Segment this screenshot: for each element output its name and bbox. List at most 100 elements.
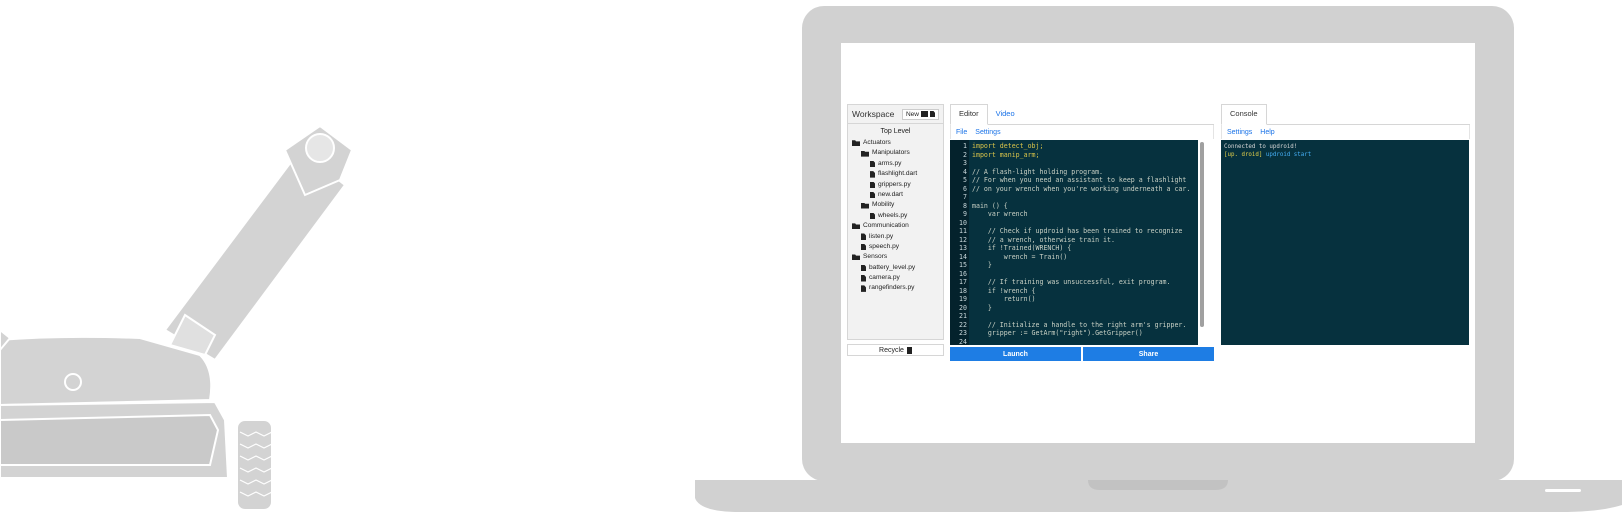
- launch-button[interactable]: Launch: [950, 347, 1081, 361]
- code-line: 22 // Initialize a handle to the right a…: [950, 321, 1206, 330]
- tree-folder[interactable]: Communication: [848, 221, 943, 231]
- code-line: 24: [950, 338, 1206, 346]
- tree-item-label: rangefinders.py: [869, 284, 915, 292]
- code-text: if !wrench {: [972, 286, 1036, 295]
- editor-panel: Editor Video File Settings 1 import detec…: [950, 104, 1214, 364]
- workspace-panel: Workspace New Top Level Actuators Manipul…: [847, 104, 944, 340]
- code-line: 17 // If training was unsuccessful, exit…: [950, 278, 1206, 287]
- code-lines: 1 import detect_obj; 2 import manip_arm; 3 4 /…: [950, 140, 1206, 345]
- code-text: }: [972, 261, 992, 269]
- share-button[interactable]: Share: [1083, 347, 1214, 361]
- file-icon: [930, 111, 935, 117]
- console-command: updroid start: [1265, 152, 1312, 158]
- tree-item-label: arms.py: [878, 159, 902, 167]
- line-number: 3: [963, 159, 967, 167]
- code-editor[interactable]: 1 import detect_obj; 2 import manip_arm; 3 4 /…: [950, 140, 1206, 345]
- console-prompt: [up. droid]: [1224, 152, 1263, 158]
- tree-folder[interactable]: Manipulators: [848, 148, 943, 158]
- line-number: 16: [959, 269, 967, 278]
- file-icon: [870, 171, 875, 178]
- code-text: }: [972, 303, 992, 312]
- line-number: 13: [959, 244, 967, 252]
- tree-item-label: new.dart: [878, 190, 903, 198]
- code-line: 18 if !wrench {: [950, 287, 1206, 296]
- line-number: 12: [959, 235, 967, 244]
- recycle-label: Recycle: [879, 346, 904, 354]
- code-line: 4 // A flash-light holding program.: [950, 168, 1206, 177]
- console-tabs: Console: [1221, 104, 1470, 125]
- tree-file[interactable]: camera.py: [848, 273, 943, 283]
- code-text: // Initialize a handle to the right arm'…: [972, 320, 1187, 329]
- tree-file[interactable]: new.dart: [848, 190, 943, 200]
- editor-tabs: Editor Video: [950, 104, 1214, 125]
- tree-file[interactable]: wheels.py: [848, 211, 943, 221]
- code-text: // Check if updroid has been trained to …: [972, 227, 1183, 235]
- tree-file[interactable]: flashlight.dart: [848, 169, 943, 179]
- tree-file[interactable]: listen.py: [848, 232, 943, 242]
- tree-file[interactable]: rangefinders.py: [848, 283, 943, 293]
- line-number: 15: [959, 261, 967, 269]
- line-number: 17: [959, 278, 967, 286]
- folder-icon: [921, 111, 928, 117]
- code-line: 10: [950, 219, 1206, 228]
- code-line: 2 import manip_arm;: [950, 151, 1206, 160]
- code-line: 1 import detect_obj;: [950, 142, 1206, 151]
- tree-file[interactable]: speech.py: [848, 242, 943, 252]
- folder-icon: [861, 202, 869, 209]
- tree-item-label: wheels.py: [878, 211, 908, 219]
- code-line: 9 var wrench: [950, 210, 1206, 219]
- code-line: 15 }: [950, 261, 1206, 270]
- folder-icon: [861, 150, 869, 157]
- tree-folder[interactable]: Mobility: [848, 200, 943, 210]
- tree-item-label: listen.py: [869, 232, 894, 240]
- tree-file[interactable]: battery_level.py: [848, 263, 943, 273]
- line-number: 23: [959, 329, 967, 337]
- updroid-app: Workspace New Top Level Actuators Manipul…: [847, 104, 1470, 364]
- file-icon: [861, 264, 866, 272]
- tree-item-label: flashlight.dart: [878, 170, 918, 178]
- tree-folder[interactable]: Actuators: [848, 138, 943, 148]
- recycle-button[interactable]: Recycle: [847, 344, 944, 356]
- line-number: 6: [963, 184, 967, 193]
- console-menu-settings[interactable]: Settings: [1227, 129, 1252, 136]
- code-line: 3: [950, 159, 1206, 168]
- file-icon: [870, 191, 875, 199]
- tab-editor[interactable]: Editor: [950, 104, 988, 125]
- file-tree: Actuators Manipulators arms.py flashlight.d…: [848, 138, 943, 294]
- tree-item-label: battery_level.py: [869, 263, 916, 271]
- code-line: 12 // a wrench, otherwise train it.: [950, 236, 1206, 245]
- line-number: 4: [963, 167, 967, 176]
- tree-folder[interactable]: Sensors: [848, 252, 943, 262]
- menu-file[interactable]: File: [956, 129, 967, 136]
- code-text: import manip_arm;: [972, 150, 1040, 159]
- line-number: 18: [959, 286, 967, 295]
- file-icon: [861, 285, 866, 292]
- console-line: Connected to updroid!: [1224, 144, 1298, 150]
- new-button-label: New: [905, 110, 919, 118]
- code-text: import detect_obj;: [972, 142, 1044, 150]
- tab-console[interactable]: Console: [1221, 104, 1267, 125]
- file-icon: [861, 243, 866, 251]
- menu-settings[interactable]: Settings: [975, 129, 1000, 136]
- new-button[interactable]: New: [901, 108, 939, 120]
- console-output[interactable]: Connected to updroid! [up. droid] updroi…: [1221, 140, 1469, 345]
- line-number: 8: [963, 201, 967, 210]
- line-number: 10: [959, 218, 967, 227]
- tree-file[interactable]: arms.py: [848, 159, 943, 169]
- console-line: [up. droid] updroid start: [1224, 151, 1466, 159]
- console-menu-help[interactable]: Help: [1260, 129, 1274, 136]
- scrollbar-thumb[interactable]: [1200, 142, 1204, 327]
- file-icon: [870, 181, 875, 188]
- console-panel: Console Settings Help Connected to updro…: [1221, 104, 1470, 345]
- tab-video[interactable]: Video: [988, 105, 1023, 124]
- code-line: 8 main () {: [950, 202, 1206, 211]
- code-text: // If training was unsuccessful, exit pr…: [972, 278, 1171, 286]
- editor-scrollbar[interactable]: [1198, 140, 1206, 345]
- workspace-title: Workspace: [852, 109, 895, 119]
- line-number: 14: [959, 252, 967, 261]
- folder-icon: [852, 140, 860, 147]
- tree-file[interactable]: grippers.py: [848, 180, 943, 190]
- folder-icon: [852, 254, 860, 261]
- file-icon: [870, 212, 875, 220]
- tree-item-label: Communication: [863, 222, 909, 230]
